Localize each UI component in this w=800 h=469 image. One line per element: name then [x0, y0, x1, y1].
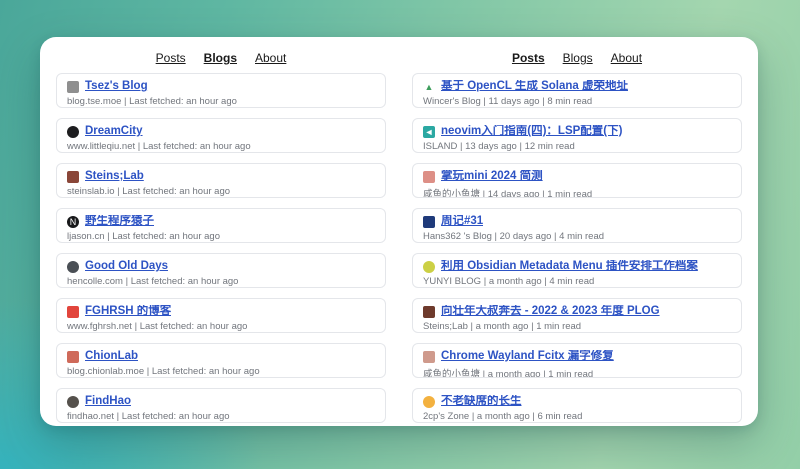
title-row: Chrome Wayland Fcitx 漏字修复 — [423, 350, 731, 363]
xianyu-pond-favicon — [423, 171, 435, 183]
reader-card: Posts Blogs About Tsez's Blog blog.tse.moe … — [40, 37, 758, 426]
title-row: Steins;Lab — [67, 170, 375, 183]
title-row: 周记#31 — [423, 215, 731, 228]
post-list: ▲ 基于 OpenCL 生成 Solana 虚荣地址 Wincer's Blog |… — [412, 73, 742, 423]
blog-link[interactable]: Steins;Lab — [85, 170, 144, 183]
steinslab-favicon — [67, 171, 79, 183]
title-row: ◄ neovim入门指南(四)：LSP配置(下) — [423, 125, 731, 138]
blog-meta: steinslab.io | Last fetched: an hour ago — [67, 186, 375, 197]
blog-link[interactable]: 野生程序猿子 — [85, 215, 154, 228]
blog-meta: blog.chionlab.moe | Last fetched: an hou… — [67, 366, 375, 377]
nav-link-posts[interactable]: Posts — [512, 51, 545, 65]
title-row: 向壮年大叔奔去 - 2022 & 2023 年度 PLOG — [423, 305, 731, 318]
nav-link-about[interactable]: About — [255, 51, 286, 65]
nav-link-blogs[interactable]: Blogs — [563, 51, 593, 65]
post-card: Chrome Wayland Fcitx 漏字修复咸鱼的小鱼塘 | a mont… — [412, 343, 742, 378]
post-link[interactable]: neovim入门指南(四)：LSP配置(下) — [441, 125, 622, 138]
blog-meta: www.littleqiu.net | Last fetched: an hou… — [67, 141, 375, 152]
blog-card: FindHao findhao.net | Last fetched: an ho… — [56, 388, 386, 423]
post-link[interactable]: 不老缺席的长生 — [441, 395, 522, 408]
post-meta: Wincer's Blog | 11 days ago | 8 min read — [423, 96, 731, 107]
title-row: DreamCity — [67, 125, 375, 138]
title-row: Tsez's Blog — [67, 80, 375, 93]
fghrsh-favicon — [67, 306, 79, 318]
post-link[interactable]: 利用 Obsidian Metadata Menu 插件安排工作档案 — [441, 260, 698, 273]
blog-list: Tsez's Blog blog.tse.moe | Last fetched: … — [56, 73, 386, 423]
blog-link[interactable]: FGHRSH 的博客 — [85, 305, 171, 318]
title-row: Good Old Days — [67, 260, 375, 273]
nav-link-blogs[interactable]: Blogs — [204, 51, 237, 65]
blog-card: N 野生程序猿子 ljason.cn | Last fetched: an hour… — [56, 208, 386, 243]
wincer-tree-favicon: ▲ — [423, 81, 435, 93]
xianyu-pond-favicon — [423, 351, 435, 363]
moon-emoji-favicon — [423, 396, 435, 408]
blog-meta: blog.tse.moe | Last fetched: an hour ago — [67, 96, 375, 107]
island-favicon: ◄ — [423, 126, 435, 138]
blog-card: Steins;Lab steinslab.io | Last fetched: a… — [56, 163, 386, 198]
blog-link[interactable]: DreamCity — [85, 125, 143, 138]
blog-card: ChionLab blog.chionlab.moe | Last fetched… — [56, 343, 386, 378]
title-row: ▲ 基于 OpenCL 生成 Solana 虚荣地址 — [423, 80, 731, 93]
blog-meta: hencolle.com | Last fetched: an hour ago — [67, 276, 375, 287]
posts-column-nav: Posts Blogs About — [412, 45, 742, 73]
title-row: N 野生程序猿子 — [67, 215, 375, 228]
steinslab-avatar-favicon — [423, 306, 435, 318]
blog-link[interactable]: FindHao — [85, 395, 131, 408]
title-row: FGHRSH 的博客 — [67, 305, 375, 318]
post-meta: Hans362 's Blog | 20 days ago | 4 min re… — [423, 231, 731, 242]
nav-link-about[interactable]: About — [611, 51, 642, 65]
blog-card: Good Old Days hencolle.com | Last fetched… — [56, 253, 386, 288]
nav-link-posts[interactable]: Posts — [156, 51, 186, 65]
title-row: 不老缺席的长生 — [423, 395, 731, 408]
blog-card: DreamCity www.littleqiu.net | Last fetche… — [56, 118, 386, 153]
post-meta: 2cp's Zone | a month ago | 6 min read — [423, 411, 731, 422]
blogs-column: Posts Blogs About Tsez's Blog blog.tse.moe … — [56, 45, 386, 416]
findhao-favicon — [67, 396, 79, 408]
post-card: 向壮年大叔奔去 - 2022 & 2023 年度 PLOG Steins;Lab … — [412, 298, 742, 333]
post-meta: ISLAND | 13 days ago | 12 min read — [423, 141, 731, 152]
posts-column: Posts Blogs About ▲ 基于 OpenCL 生成 Solana 虚荣地… — [412, 45, 742, 416]
post-link[interactable]: Chrome Wayland Fcitx 漏字修复 — [441, 350, 614, 363]
post-link[interactable]: 基于 OpenCL 生成 Solana 虚荣地址 — [441, 80, 628, 93]
blog-meta: www.fghrsh.net | Last fetched: an hour a… — [67, 321, 375, 332]
post-card: 不老缺席的长生 2cp's Zone | a month ago | 6 min … — [412, 388, 742, 423]
blog-link[interactable]: Tsez's Blog — [85, 80, 148, 93]
blog-card: FGHRSH 的博客 www.fghrsh.net | Last fetched:… — [56, 298, 386, 333]
post-meta: Steins;Lab | a month ago | 1 min read — [423, 321, 731, 332]
post-card: ◄ neovim入门指南(四)：LSP配置(下) ISLAND | 13 days … — [412, 118, 742, 153]
dreamcity-favicon — [67, 126, 79, 138]
post-meta: 咸鱼的小鱼塘 | a month ago | 1 min read — [423, 366, 731, 378]
title-row: ChionLab — [67, 350, 375, 363]
post-link[interactable]: 周记#31 — [441, 215, 483, 228]
hans362-favicon — [423, 216, 435, 228]
title-row: 掌玩mini 2024 简测 — [423, 170, 731, 183]
blog-link[interactable]: ChionLab — [85, 350, 138, 363]
title-row: 利用 Obsidian Metadata Menu 插件安排工作档案 — [423, 260, 731, 273]
good-old-days-favicon — [67, 261, 79, 273]
chionlab-favicon — [67, 351, 79, 363]
blogs-column-nav: Posts Blogs About — [56, 45, 386, 73]
post-card: 掌玩mini 2024 简测咸鱼的小鱼塘 | 14 days ago | 1 m… — [412, 163, 742, 198]
post-card: 周记#31 Hans362 's Blog | 20 days ago | 4 m… — [412, 208, 742, 243]
ljason-favicon: N — [67, 216, 79, 228]
blog-link[interactable]: Good Old Days — [85, 260, 168, 273]
post-meta: YUNYI BLOG | a month ago | 4 min read — [423, 276, 731, 287]
blog-meta: ljason.cn | Last fetched: an hour ago — [67, 231, 375, 242]
tsez-blog-favicon — [67, 81, 79, 93]
post-link[interactable]: 掌玩mini 2024 简测 — [441, 170, 543, 183]
yunyi-favicon — [423, 261, 435, 273]
blog-meta: findhao.net | Last fetched: an hour ago — [67, 411, 375, 422]
post-card: ▲ 基于 OpenCL 生成 Solana 虚荣地址 Wincer's Blog |… — [412, 73, 742, 108]
post-link[interactable]: 向壮年大叔奔去 - 2022 & 2023 年度 PLOG — [441, 305, 660, 318]
post-meta: 咸鱼的小鱼塘 | 14 days ago | 1 min read — [423, 186, 731, 198]
post-card: 利用 Obsidian Metadata Menu 插件安排工作档案 YUNYI … — [412, 253, 742, 288]
title-row: FindHao — [67, 395, 375, 408]
blog-card: Tsez's Blog blog.tse.moe | Last fetched: … — [56, 73, 386, 108]
